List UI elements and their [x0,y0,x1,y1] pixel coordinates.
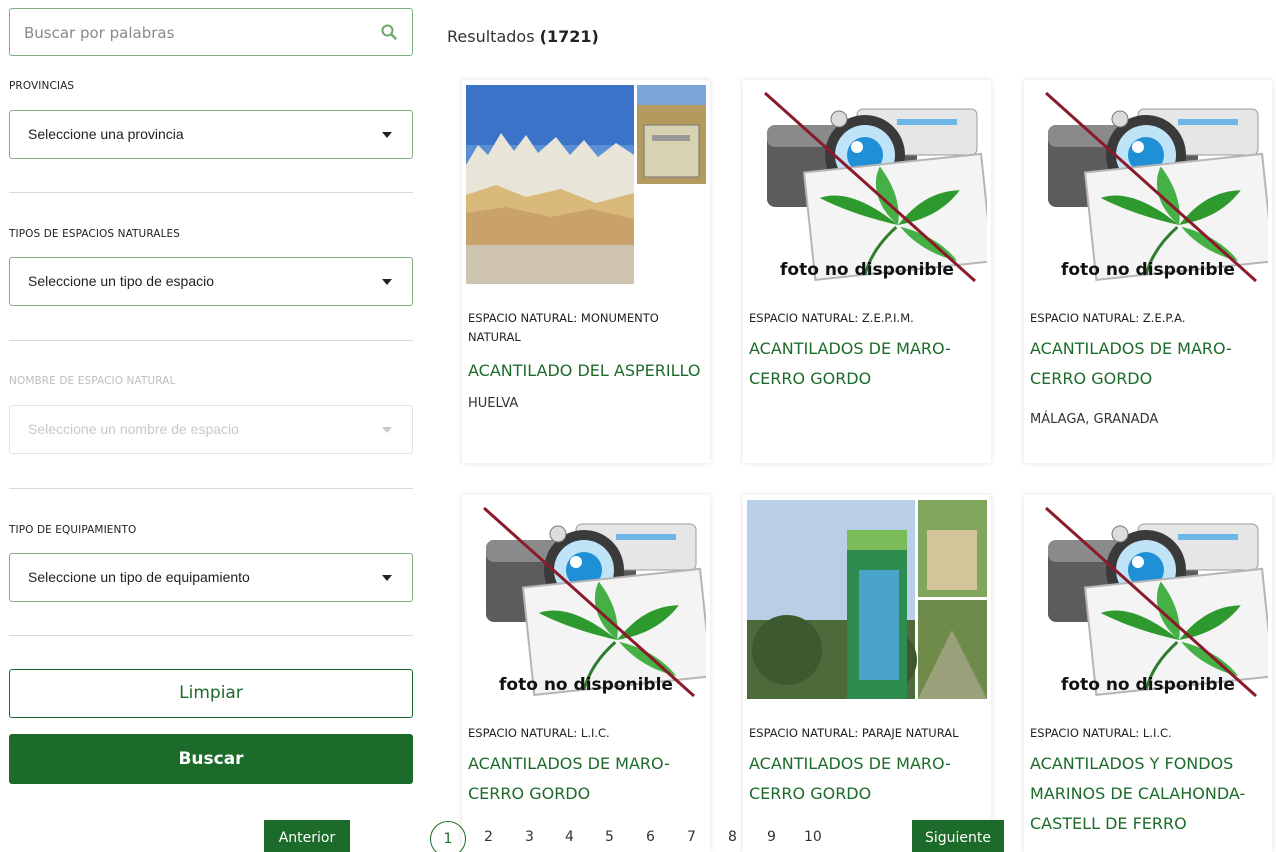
divider [9,340,413,341]
tipos-label: TIPOS DE ESPACIOS NATURALES [9,228,181,240]
card-province: MÁLAGA, GRANADA [1030,412,1159,427]
divider [9,488,413,489]
no-photo-image[interactable]: foto no disponible [747,85,987,284]
chevron-down-icon [382,575,392,581]
result-card[interactable]: foto no disponible ESPACIO NATURAL: Z.E.… [743,80,991,463]
card-type: ESPACIO NATURAL: PARAJE NATURAL [749,726,959,740]
chevron-down-icon [382,132,392,138]
card-title[interactable]: ACANTILADOS DE MARO-CERRO GORDO [749,749,979,809]
no-photo-image[interactable]: foto no disponible [1028,500,1268,699]
page-link[interactable]: 4 [565,829,574,845]
page-link[interactable]: 10 [804,829,822,845]
card-type: ESPACIO NATURAL: L.I.C. [1030,726,1172,740]
page-link[interactable]: 2 [484,829,493,845]
equipamiento-value: Seleccione un tipo de equipamiento [28,569,250,585]
nombre-select: Seleccione un nombre de espacio [9,405,413,454]
result-card[interactable]: foto no disponible ESPACIO NATURAL: Z.E.… [1024,80,1272,463]
result-card[interactable]: foto no disponible ESPACIO NATURAL: L.I.… [1024,495,1272,852]
equipamiento-label: TIPO DE EQUIPAMIENTO [9,524,137,536]
chevron-down-icon [382,427,392,433]
card-title[interactable]: ACANTILADOS Y FONDOS MARINOS DE CALAHOND… [1030,749,1260,839]
search-input[interactable]: Buscar por palabras [9,8,413,56]
result-card[interactable]: foto no disponible ESPACIO NATURAL: L.I.… [462,495,710,852]
card-title[interactable]: ACANTILADOS DE MARO-CERRO GORDO [1030,334,1260,394]
search-button[interactable]: Buscar [9,734,413,784]
no-photo-image[interactable]: foto no disponible [1028,85,1268,284]
result-card[interactable]: ESPACIO NATURAL: MONUMENTO NATURAL ACANT… [462,80,710,463]
equipamiento-select[interactable]: Seleccione un tipo de equipamiento [9,553,413,602]
card-type: ESPACIO NATURAL: Z.E.P.I.M. [749,311,914,325]
page-link[interactable]: 6 [646,829,655,845]
divider [9,192,413,193]
no-photo-caption: foto no disponible [780,260,954,280]
clear-button[interactable]: Limpiar [9,669,413,718]
no-photo-caption: foto no disponible [499,675,673,695]
no-photo-caption: foto no disponible [1061,260,1235,280]
no-photo-image[interactable]: foto no disponible [466,500,706,699]
provincias-select[interactable]: Seleccione una provincia [9,110,413,159]
card-title[interactable]: ACANTILADOS DE MARO-CERRO GORDO [749,334,979,394]
page-link[interactable]: 9 [767,829,776,845]
result-card[interactable]: ESPACIO NATURAL: PARAJE NATURAL ACANTILA… [743,495,991,852]
card-type: ESPACIO NATURAL: MONUMENTO NATURAL [468,311,659,344]
page-link[interactable]: 5 [605,829,614,845]
page-current[interactable]: 1 [430,821,466,852]
search-placeholder: Buscar por palabras [24,24,175,42]
nombre-label: NOMBRE DE ESPACIO NATURAL [9,375,176,387]
chevron-down-icon [382,279,392,285]
card-title[interactable]: ACANTILADOS DE MARO-CERRO GORDO [468,749,698,809]
provincias-label: PROVINCIAS [9,80,75,92]
search-icon[interactable] [380,23,398,41]
nombre-value: Seleccione un nombre de espacio [28,421,239,437]
provincias-value: Seleccione una provincia [28,126,184,142]
sign-photo[interactable] [747,500,987,699]
divider [9,635,413,636]
results-label: Resultados [447,27,535,46]
card-type: ESPACIO NATURAL: Z.E.P.A. [1030,311,1186,325]
cliffs-photo[interactable] [466,85,706,284]
card-province: HUELVA [468,396,519,411]
card-type: ESPACIO NATURAL: L.I.C. [468,726,610,740]
card-title[interactable]: ACANTILADO DEL ASPERILLO [468,356,700,386]
prev-page-button[interactable]: Anterior [264,820,350,852]
tipos-value: Seleccione un tipo de espacio [28,273,215,289]
results-heading: Resultados (1721) [447,27,599,46]
next-page-button[interactable]: Siguiente [912,820,1004,852]
page-link[interactable]: 3 [525,829,534,845]
page-link[interactable]: 7 [687,829,696,845]
no-photo-caption: foto no disponible [1061,675,1235,695]
tipos-select[interactable]: Seleccione un tipo de espacio [9,257,413,306]
results-count: (1721) [539,27,599,46]
page-link[interactable]: 8 [728,829,737,845]
